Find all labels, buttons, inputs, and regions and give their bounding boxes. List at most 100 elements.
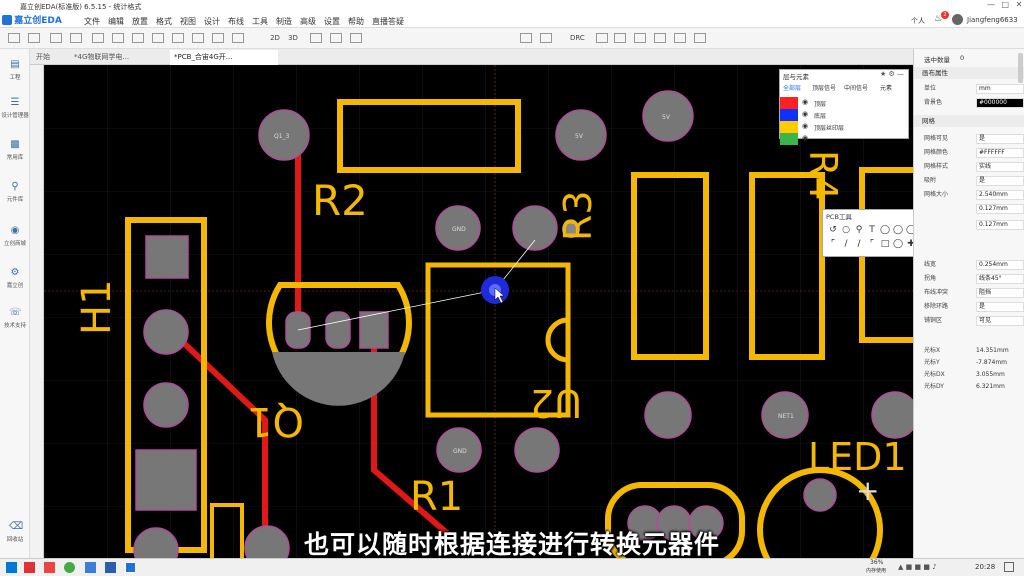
left-panel-item-4[interactable]: ◉ 立创商城 bbox=[0, 225, 30, 247]
pcb-tool-icon[interactable]: ○ bbox=[840, 224, 852, 236]
tray-icon[interactable]: ▲ bbox=[898, 563, 903, 571]
toolbar-icon[interactable] bbox=[112, 33, 124, 43]
layers-tab-2[interactable]: 中间信号 bbox=[844, 83, 868, 92]
property-value[interactable]: #FFFFFF bbox=[976, 148, 1024, 158]
collapse-icon[interactable]: — bbox=[897, 70, 904, 78]
property-value[interactable]: 0.127mm bbox=[976, 220, 1024, 230]
property-value[interactable]: #000000 bbox=[976, 98, 1024, 108]
layer-color-swatch[interactable] bbox=[780, 133, 798, 145]
toolbar-icon[interactable] bbox=[232, 33, 244, 43]
start-icon[interactable] bbox=[6, 562, 17, 573]
clock[interactable]: 20:28 bbox=[975, 563, 995, 571]
toolbar-icon[interactable] bbox=[70, 33, 82, 43]
app-icon[interactable] bbox=[125, 562, 137, 573]
layers-tab-3[interactable]: 元素 bbox=[880, 83, 892, 92]
toolbar-icon[interactable] bbox=[172, 33, 184, 43]
pcb-tool-icon[interactable]: / bbox=[840, 238, 852, 250]
toolbar-icon[interactable] bbox=[8, 33, 20, 43]
close-icon[interactable]: ✕ bbox=[1016, 0, 1023, 9]
username[interactable]: Jiangfeng6633 bbox=[967, 16, 1018, 24]
eye-icon[interactable]: ◉ bbox=[802, 134, 808, 142]
property-value[interactable]: 线条45° bbox=[976, 274, 1024, 284]
toolbar-icon[interactable] bbox=[50, 33, 62, 43]
layer-color-swatch[interactable] bbox=[780, 97, 798, 109]
app-icon[interactable] bbox=[44, 562, 56, 573]
user-menu[interactable]: 个人 bbox=[911, 16, 925, 26]
tab-0[interactable]: 开始 bbox=[32, 50, 66, 65]
toolbar-icon[interactable] bbox=[540, 33, 552, 43]
gear-icon[interactable]: ⚙ bbox=[889, 70, 895, 78]
pcb-tool-icon[interactable]: ⌜ bbox=[827, 238, 839, 250]
property-value[interactable]: mm bbox=[976, 84, 1024, 94]
avatar[interactable] bbox=[952, 14, 963, 25]
layers-tab-0[interactable]: 全部层 bbox=[783, 83, 801, 92]
property-value[interactable]: 0.127mm bbox=[976, 204, 1024, 214]
left-panel-item-2[interactable]: ▩ 常用库 bbox=[0, 139, 30, 161]
toolbar-icon[interactable] bbox=[192, 33, 204, 43]
pin-icon[interactable]: ★ bbox=[880, 70, 886, 78]
tray-icon[interactable]: ■ bbox=[923, 563, 930, 571]
property-value[interactable]: 2.540mm bbox=[976, 190, 1024, 200]
tray-icon[interactable]: ■ bbox=[914, 563, 921, 571]
section-canvas-props[interactable]: 画布属性 bbox=[914, 67, 1024, 79]
menu-12[interactable]: 直播答疑 bbox=[372, 16, 404, 27]
side-scrollbar[interactable] bbox=[1018, 53, 1023, 83]
app-icon[interactable] bbox=[104, 562, 116, 573]
layer-color-swatch[interactable] bbox=[780, 109, 798, 121]
notifications-icon[interactable] bbox=[1004, 562, 1014, 572]
toolbar-icon[interactable] bbox=[614, 33, 626, 43]
toolbar-icon[interactable] bbox=[28, 33, 40, 43]
eye-icon[interactable]: ◉ bbox=[802, 98, 808, 106]
tab-1[interactable]: *4G物联网学电... bbox=[70, 50, 166, 65]
layer-row[interactable]: ◉ 顶层丝印层 bbox=[780, 121, 910, 133]
app-icon[interactable] bbox=[64, 562, 76, 573]
layer-color-swatch[interactable] bbox=[780, 121, 798, 133]
toolbar-icon[interactable] bbox=[350, 33, 362, 43]
tray-icon[interactable]: ■ bbox=[906, 563, 913, 571]
layers-tab-1[interactable]: 顶层信号 bbox=[812, 83, 836, 92]
pcb-tool-icon[interactable]: ◯ bbox=[892, 224, 904, 236]
pcb-tool-icon[interactable]: / bbox=[853, 238, 865, 250]
menu-1[interactable]: 编辑 bbox=[108, 16, 124, 27]
section-grid[interactable]: 网格 bbox=[914, 115, 1024, 127]
minimize-icon[interactable]: — bbox=[987, 0, 995, 9]
menu-2[interactable]: 放置 bbox=[132, 16, 148, 27]
pcb-tool-icon[interactable]: ⚲ bbox=[853, 224, 865, 236]
layer-row[interactable]: ◉ bbox=[780, 133, 910, 145]
property-value[interactable]: 阻挡 bbox=[976, 288, 1024, 298]
property-value[interactable]: 0.254mm bbox=[976, 260, 1024, 270]
toolbar-btn-2[interactable]: DRC bbox=[570, 31, 585, 45]
menu-0[interactable]: 文件 bbox=[84, 16, 100, 27]
eye-icon[interactable]: ◉ bbox=[802, 110, 808, 118]
pcb-tool-icon[interactable]: ◯ bbox=[879, 224, 891, 236]
toolbar-icon[interactable] bbox=[132, 33, 144, 43]
layer-row[interactable]: ◉ 顶层 bbox=[780, 97, 910, 109]
left-panel-item-6[interactable]: ☏ 技术支持 bbox=[0, 307, 30, 329]
property-value[interactable]: 可见 bbox=[976, 316, 1024, 326]
toolbar-btn-1[interactable]: 3D bbox=[286, 31, 300, 45]
tab-2[interactable]: *PCB_合宙4G开... bbox=[170, 50, 278, 65]
property-value[interactable]: 实线 bbox=[976, 162, 1024, 172]
left-panel-item-0[interactable]: ▤ 工程 bbox=[0, 59, 30, 81]
menu-9[interactable]: 高级 bbox=[300, 16, 316, 27]
toolbar-icon[interactable] bbox=[310, 33, 322, 43]
toolbar-icon[interactable] bbox=[596, 33, 608, 43]
toolbar-icon[interactable] bbox=[634, 33, 646, 43]
pcb-tool-icon[interactable]: ⌜ bbox=[866, 238, 878, 250]
left-panel-item-3[interactable]: ⚲ 元件库 bbox=[0, 181, 30, 203]
pcb-tool-icon[interactable]: ◯ bbox=[892, 238, 904, 250]
pcb-tool-icon[interactable]: ↺ bbox=[827, 224, 839, 236]
left-panel-item-5[interactable]: ⚙ 嘉立创 bbox=[0, 267, 30, 289]
app-icon[interactable] bbox=[24, 562, 35, 573]
toolbar-btn-0[interactable]: 2D bbox=[268, 31, 282, 45]
pcb-tool-icon[interactable]: □ bbox=[879, 238, 891, 250]
maximize-icon[interactable]: □ bbox=[1002, 0, 1010, 9]
eye-icon[interactable]: ◉ bbox=[802, 122, 808, 130]
menu-6[interactable]: 布线 bbox=[228, 16, 244, 27]
toolbar-icon[interactable] bbox=[520, 33, 532, 43]
layer-row[interactable]: ◉ 底层 bbox=[780, 109, 910, 121]
app-icon[interactable] bbox=[84, 562, 96, 573]
menu-10[interactable]: 设置 bbox=[324, 16, 340, 27]
toolbar-icon[interactable] bbox=[152, 33, 164, 43]
menu-8[interactable]: 制造 bbox=[276, 16, 292, 27]
